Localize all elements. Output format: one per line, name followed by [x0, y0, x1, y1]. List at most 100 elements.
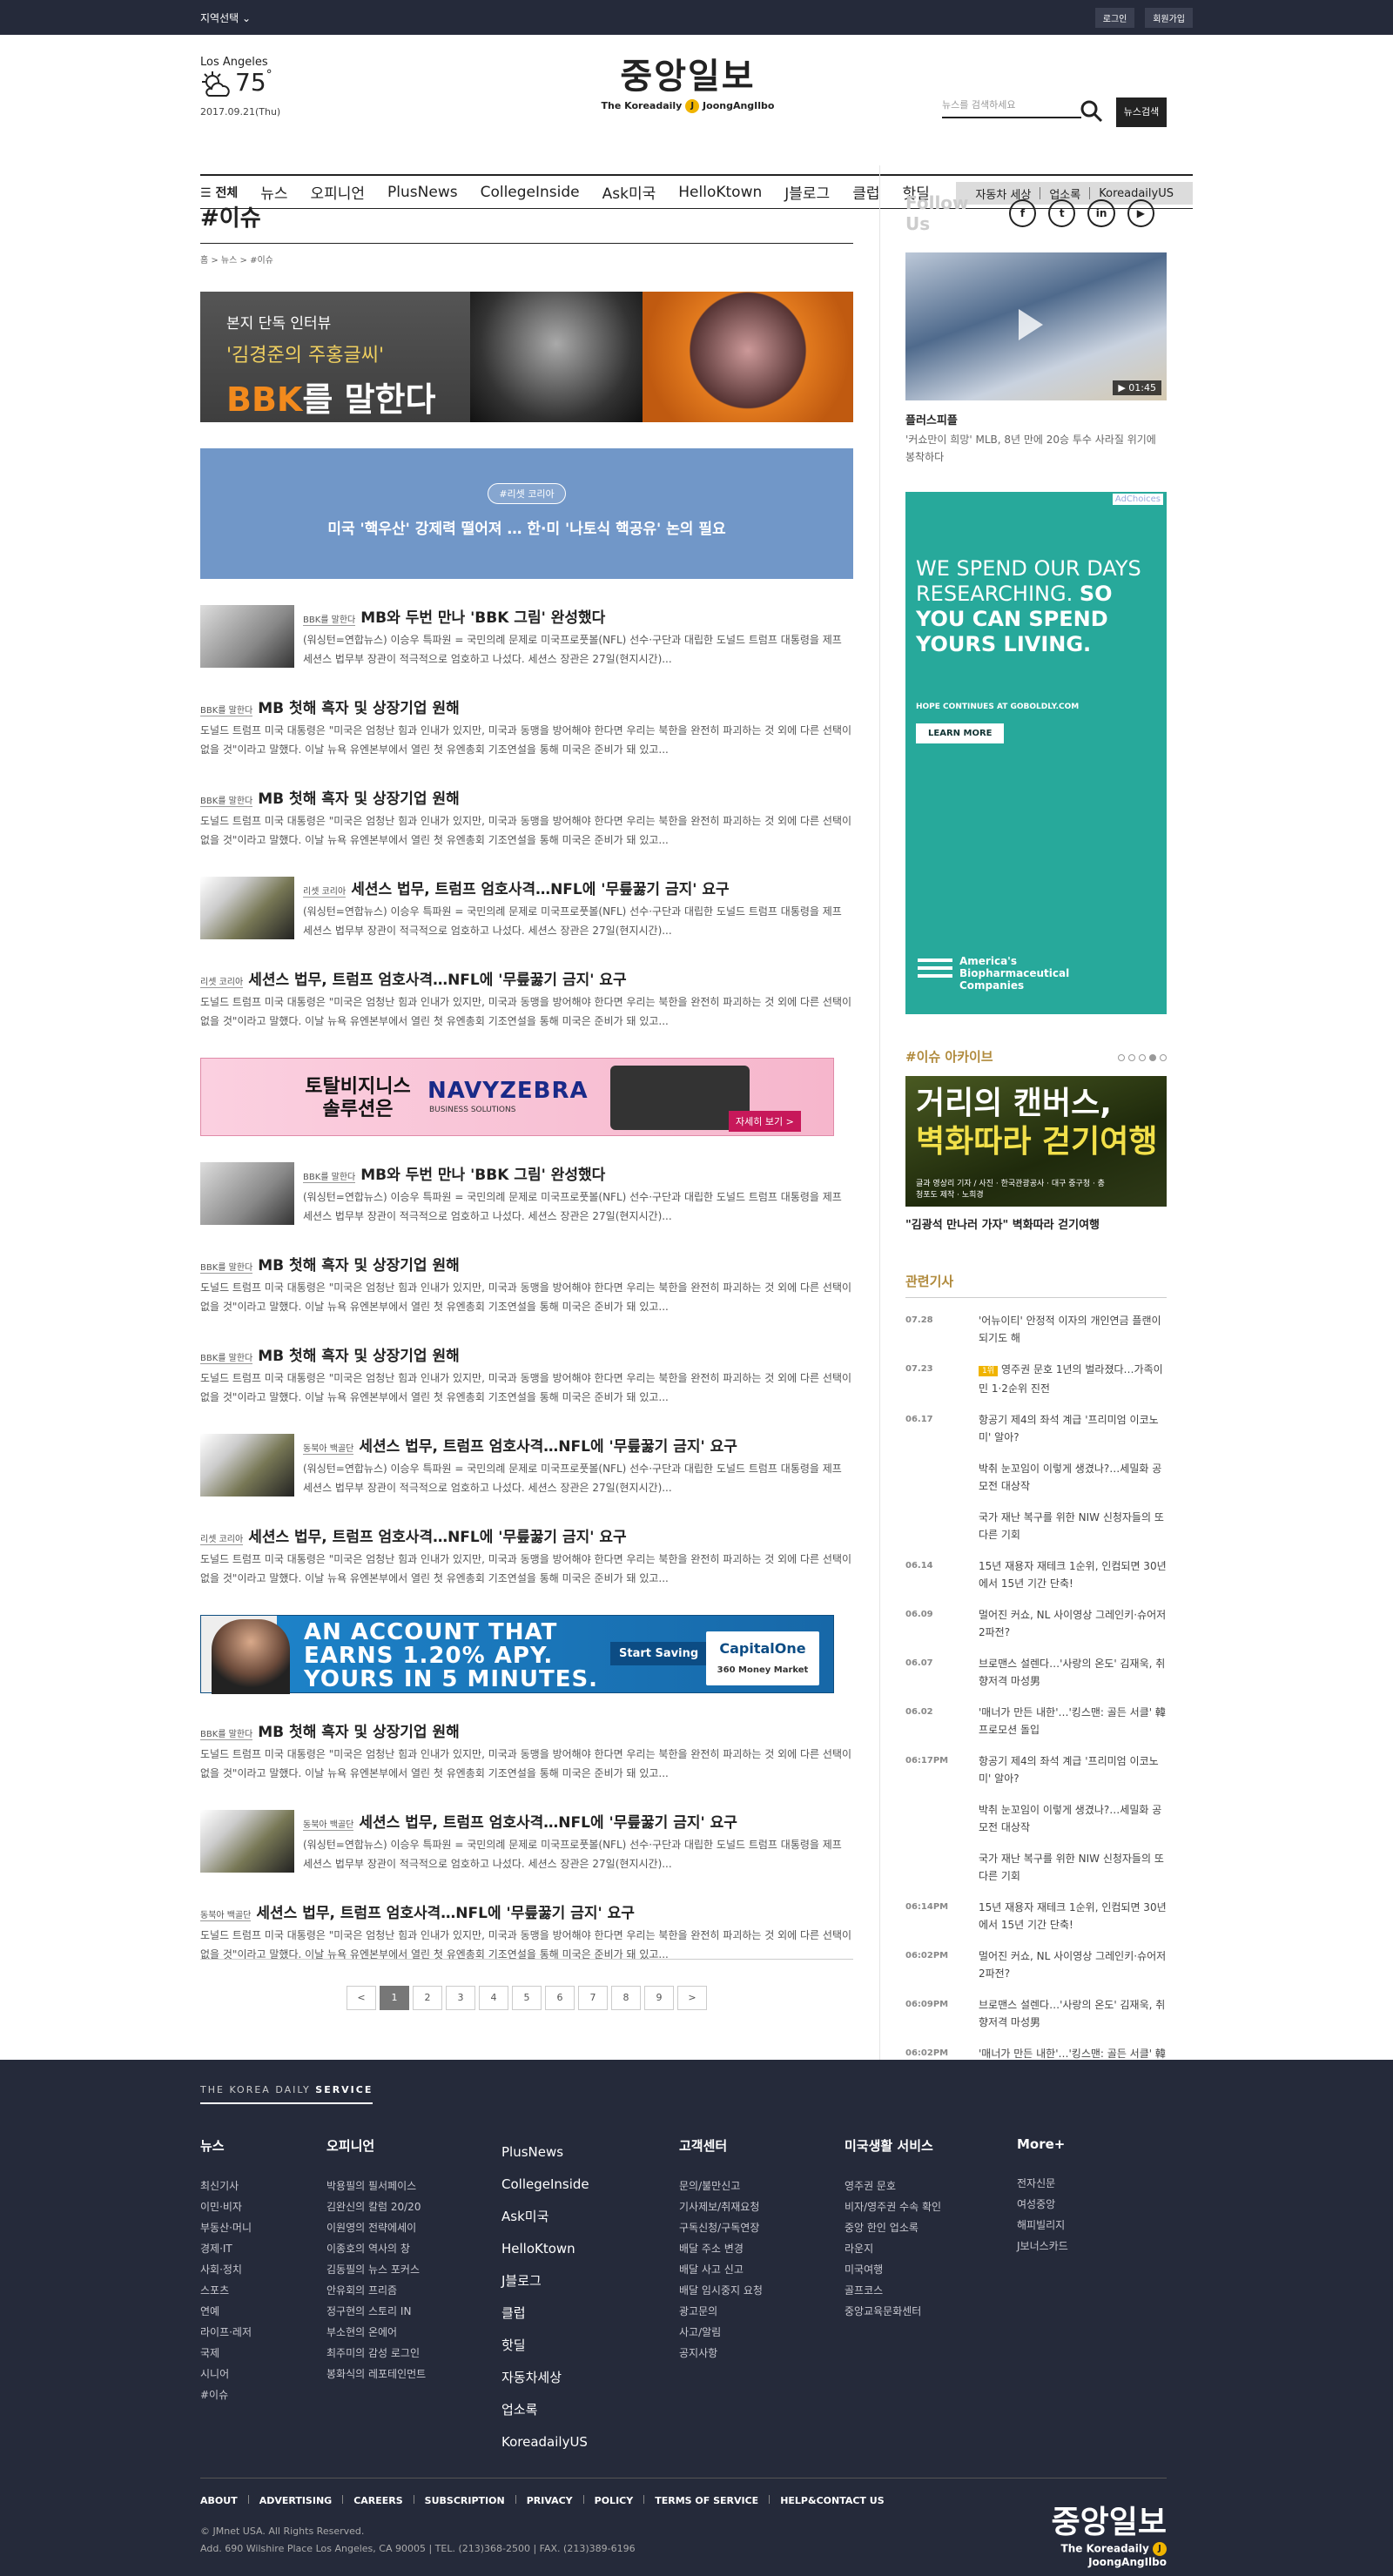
video-thumbnail[interactable]: ▶ 01:45: [905, 252, 1167, 400]
page-3[interactable]: 3: [446, 1986, 475, 2010]
footer-link[interactable]: 여성중앙: [1017, 2194, 1068, 2215]
article-item[interactable]: BBK를 말한다 MB와 두번 만나 'BBK 그림' 완성했다 (워싱턴=연합뉴스…: [200, 605, 853, 669]
footer-service-link[interactable]: 자동차세상: [501, 2362, 589, 2394]
page-5[interactable]: 5: [512, 1986, 542, 2010]
footer-service-link[interactable]: 핫딜: [501, 2330, 589, 2362]
related-item[interactable]: 국가 재난 복구를 위한 NIW 신청자들의 또 다른 기회: [905, 1850, 1167, 1885]
related-text[interactable]: 영주권 문호 1년의 벌라졌다…가족이민 1·2순위 진전: [979, 1363, 1163, 1395]
page-2[interactable]: 2: [413, 1986, 442, 2010]
related-text[interactable]: 항공기 제4의 좌석 계급 '프리미엄 이코노미' 알아?: [979, 1755, 1159, 1785]
footer-link[interactable]: 배달 사고 신고: [679, 2259, 763, 2280]
article-headline[interactable]: 리셋 코리아 세션스 법무, 트럼프 엄호사격…NFL에 '무릎꿇기 금지' 요구: [303, 877, 853, 898]
article-thumbnail[interactable]: [200, 1810, 294, 1873]
footer-link[interactable]: 영주권 문호: [845, 2176, 941, 2196]
article-headline[interactable]: 동북아 백골단 세션스 법무, 트럼프 엄호사격…NFL에 '무릎꿇기 금지' 요…: [200, 1900, 853, 1922]
footer-link[interactable]: 기사제보/취재요청: [679, 2196, 763, 2217]
article-headline[interactable]: BBK를 말한다 MB 첫해 흑자 및 상장기업 원해: [200, 1719, 853, 1741]
footer-bottom-link[interactable]: ADVERTISING: [259, 2495, 333, 2506]
related-text[interactable]: 박취 눈꼬임이 이렇게 생겼나?…세밀화 공모전 대상작: [979, 1804, 1161, 1833]
footer-link[interactable]: 시니어: [200, 2364, 252, 2384]
article-section[interactable]: 리셋 코리아: [303, 887, 347, 898]
footer-col-title[interactable]: 오피니언: [326, 2136, 426, 2155]
footer-service-link[interactable]: 업소록: [501, 2394, 589, 2426]
ad-navy-cta[interactable]: 자세히 보기 >: [729, 1111, 801, 1132]
search-icon[interactable]: [1080, 99, 1104, 124]
footer-bottom-link[interactable]: POLICY: [595, 2495, 634, 2506]
region-select[interactable]: 지역선택 ⌄: [200, 10, 251, 25]
footer-link[interactable]: 사회·정치: [200, 2259, 252, 2280]
article-item[interactable]: 동북아 백골단 세션스 법무, 트럼프 엄호사격…NFL에 '무릎꿇기 금지' 요…: [200, 1900, 853, 1965]
footer-bottom-link[interactable]: PRIVACY: [527, 2495, 573, 2506]
related-text[interactable]: 15년 재용자 재테크 1순위, 인컴되면 30년 에서 15년 기간 단축!: [979, 1560, 1167, 1590]
footer-bottom-link[interactable]: CAREERS: [353, 2495, 402, 2506]
article-headline[interactable]: BBK를 말한다 MB 첫해 흑자 및 상장기업 원해: [200, 1253, 853, 1275]
footer-link[interactable]: 라이프·레저: [200, 2322, 252, 2343]
article-item[interactable]: 동북아 백골단 세션스 법무, 트럼프 엄호사격…NFL에 '무릎꿇기 금지' 요…: [200, 1434, 853, 1498]
footer-link[interactable]: 김동필의 뉴스 포커스: [326, 2259, 426, 2280]
related-item[interactable]: 박취 눈꼬임이 이렇게 생겼나?…세밀화 공모전 대상작: [905, 1801, 1167, 1836]
article-item[interactable]: 동북아 백골단 세션스 법무, 트럼프 엄호사격…NFL에 '무릎꿇기 금지' 요…: [200, 1810, 853, 1874]
article-item[interactable]: 리셋 코리아 세션스 법무, 트럼프 엄호사격…NFL에 '무릎꿇기 금지' 요구…: [200, 877, 853, 941]
article-section[interactable]: BBK를 말한다: [200, 1354, 253, 1364]
adchoices-icon[interactable]: AdChoices: [1112, 494, 1163, 505]
capitalone-ad[interactable]: AN ACCOUNT THAT EARNS 1.20% APY. YOURS I…: [200, 1615, 834, 1694]
footer-link[interactable]: 중앙 한인 업소록: [845, 2217, 941, 2238]
video-title[interactable]: 플러스피플: [905, 411, 1167, 427]
footer-link[interactable]: #이슈: [200, 2384, 252, 2405]
article-headline[interactable]: BBK를 말한다 MB 첫해 흑자 및 상장기업 원해: [200, 1343, 853, 1365]
nav-plusnews[interactable]: PlusNews: [387, 184, 458, 201]
footer-link[interactable]: 비자/영주권 수속 확인: [845, 2196, 941, 2217]
article-headline[interactable]: 리셋 코리아 세션스 법무, 트럼프 엄호사격…NFL에 '무릎꿇기 금지' 요구: [200, 967, 853, 989]
article-headline[interactable]: BBK를 말한다 MB 첫해 흑자 및 상장기업 원해: [200, 786, 853, 808]
search-button[interactable]: 뉴스검색: [1116, 98, 1167, 127]
footer-service-link[interactable]: J블로그: [501, 2265, 589, 2297]
phrma-ad[interactable]: AdChoices WE SPEND OUR DAYS RESEARCHING.…: [905, 492, 1167, 1014]
article-section[interactable]: BBK를 말한다: [200, 797, 253, 807]
footer-link[interactable]: 스포츠: [200, 2280, 252, 2301]
footer-link[interactable]: 미국여행: [845, 2259, 941, 2280]
article-section[interactable]: 동북아 백골단: [200, 1911, 252, 1921]
footer-col-title[interactable]: 고객센터: [679, 2136, 763, 2155]
footer-link[interactable]: 라운지: [845, 2238, 941, 2259]
twitter-icon[interactable]: t: [1048, 199, 1076, 227]
article-item[interactable]: BBK를 말한다 MB 첫해 흑자 및 상장기업 원해 도널드 트럼프 미국 대통령…: [200, 1343, 853, 1408]
related-item[interactable]: 07.28 '어뉴이티' 안정적 이자의 개인연금 플랜이 되기도 해: [905, 1312, 1167, 1347]
related-text[interactable]: 멀어진 커쇼, NL 사이영상 그레인키·슈어저 2파전?: [979, 1950, 1166, 1980]
footer-link[interactable]: 연예: [200, 2301, 252, 2322]
footer-col-title[interactable]: More+: [1017, 2136, 1068, 2152]
video-desc[interactable]: '커쇼만이 희망' MLB, 8년 만에 20승 투수 사라질 위기에 봉착하다: [905, 431, 1167, 466]
related-item[interactable]: 06:02PM 멀어진 커쇼, NL 사이영상 그레인키·슈어저 2파전?: [905, 1947, 1167, 1982]
carousel-dots[interactable]: [1114, 1048, 1167, 1065]
learn-more-button[interactable]: LEARN MORE: [916, 723, 1005, 743]
footer-bottom-link[interactable]: HELP&CONTACT US: [780, 2495, 884, 2506]
page-8[interactable]: 8: [611, 1986, 641, 2010]
footer-link[interactable]: 전자신문: [1017, 2173, 1068, 2194]
footer-link[interactable]: 광고문의: [679, 2301, 763, 2322]
article-section[interactable]: 동북아 백골단: [303, 1820, 354, 1831]
footer-bottom-link[interactable]: TERMS OF SERVICE: [655, 2495, 758, 2506]
navyzebra-ad[interactable]: 토탈비지니스 솔루션은 NAVYZEBRA BUSINESS SOLUTIONS…: [200, 1058, 834, 1136]
footer-link[interactable]: 봉화식의 레포테인먼트: [326, 2364, 426, 2384]
related-item[interactable]: 박취 눈꼬임이 이렇게 생겼나?…세밀화 공모전 대상작: [905, 1460, 1167, 1495]
breadcrumb[interactable]: 홈 > 뉴스 > #이슈: [200, 252, 853, 266]
footer-service-link[interactable]: Ask미국: [501, 2201, 589, 2233]
footer-bottom-link[interactable]: SUBSCRIPTION: [425, 2495, 505, 2506]
footer-service-link[interactable]: 클럽: [501, 2297, 589, 2330]
article-thumbnail[interactable]: [200, 605, 294, 668]
footer-link[interactable]: 구독신청/구독연장: [679, 2217, 763, 2238]
linkedin-icon[interactable]: in: [1087, 199, 1115, 227]
footer-link[interactable]: 이원영의 전략에세이: [326, 2217, 426, 2238]
footer-link[interactable]: 공지사항: [679, 2343, 763, 2364]
footer-link[interactable]: 해피빌리지: [1017, 2215, 1068, 2236]
login-button[interactable]: 로그인: [1094, 7, 1135, 28]
footer-link[interactable]: 경제·IT: [200, 2238, 252, 2259]
article-thumbnail[interactable]: [200, 1162, 294, 1225]
related-item[interactable]: 07.23 1위 영주권 문호 1년의 벌라졌다…가족이민 1·2순위 진전: [905, 1361, 1167, 1397]
article-thumbnail[interactable]: [200, 877, 294, 939]
article-section[interactable]: 리셋 코리아: [200, 1535, 244, 1545]
footer-link[interactable]: 안유회의 프리즘: [326, 2280, 426, 2301]
article-item[interactable]: BBK를 말한다 MB 첫해 흑자 및 상장기업 원해 도널드 트럼프 미국 대통령…: [200, 1719, 853, 1784]
footer-col-title[interactable]: 미국생활 서비스: [845, 2136, 941, 2155]
archive-image[interactable]: 거리의 캔버스, 벽화따라 걷기여행 글과 영상리 기자 / 사진 · 한국관광공…: [905, 1076, 1167, 1207]
related-text[interactable]: 15년 재용자 재테크 1순위, 인컴되면 30년 에서 15년 기간 단축!: [979, 1901, 1167, 1931]
